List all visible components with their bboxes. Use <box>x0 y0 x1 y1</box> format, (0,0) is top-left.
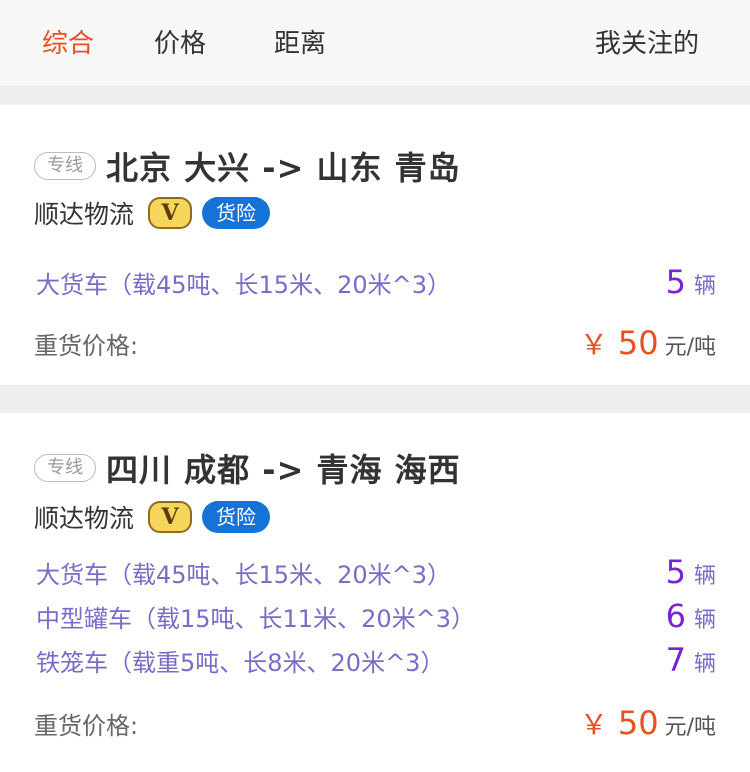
vehicle-row: 铁笼车（载重5吨、长8米、20米^3） 7 辆 <box>36 641 716 679</box>
vehicle-row: 中型罐车（载15吨、长11米、20米^3） 6 辆 <box>36 597 716 635</box>
vehicle-count: 7 辆 <box>666 641 716 679</box>
company-name: 顺达物流 <box>34 200 135 229</box>
price-unit: 元/吨 <box>664 715 716 740</box>
vehicle-count-unit: 辆 <box>693 652 716 677</box>
company-row: 顺达物流 V 货险 <box>34 499 271 535</box>
line-type-tag: 专线 <box>34 152 96 180</box>
tab-my-follows[interactable]: 我关注的 <box>595 24 699 64</box>
divider <box>0 87 750 105</box>
vip-badge: V <box>148 197 193 229</box>
vehicle-row: 大货车（载45吨、长15米、20米^3） 5 辆 <box>36 553 716 591</box>
price-unit: 元/吨 <box>664 335 716 360</box>
vehicle-spec: 铁笼车（载重5吨、长8米、20米^3） <box>36 649 445 677</box>
route-row: 专线 四川 成都 -> 青海 海西 <box>34 445 461 491</box>
currency-symbol: ￥ <box>579 328 608 361</box>
sort-tab-bar: 综合 价格 距离 我关注的 <box>0 0 750 87</box>
vehicle-count-number: 7 <box>665 641 686 679</box>
logistics-card[interactable]: 专线 四川 成都 -> 青海 海西 顺达物流 V 货险 大货车（载45吨、长15… <box>0 413 750 772</box>
price-amount: 50 <box>617 704 659 742</box>
company-row: 顺达物流 V 货险 <box>34 195 271 231</box>
price-label: 重货价格: <box>34 712 139 740</box>
tab-distance[interactable]: 距离 <box>274 24 326 64</box>
vehicle-count-unit: 辆 <box>693 608 716 633</box>
price-value: ￥ 50 元/吨 <box>580 323 716 363</box>
price-amount: 50 <box>617 324 659 362</box>
currency-symbol: ￥ <box>579 708 608 741</box>
tab-comprehensive[interactable]: 综合 <box>42 24 94 64</box>
divider <box>0 385 750 413</box>
price-label: 重货价格: <box>34 332 139 360</box>
route-title: 北京 大兴 -> 山东 青岛 <box>106 149 461 187</box>
company-name: 顺达物流 <box>34 504 135 533</box>
tab-price[interactable]: 价格 <box>154 24 206 64</box>
route-row: 专线 北京 大兴 -> 山东 青岛 <box>34 143 461 189</box>
vehicle-count: 5 辆 <box>666 553 716 591</box>
price-row: 重货价格: ￥ 50 元/吨 <box>34 703 716 743</box>
vehicle-count-number: 5 <box>665 553 686 591</box>
vip-badge: V <box>148 501 193 533</box>
vehicle-count-number: 6 <box>665 597 686 635</box>
line-type-tag: 专线 <box>34 454 96 482</box>
vehicle-spec: 大货车（载45吨、长15米、20米^3） <box>36 561 451 589</box>
vehicle-count-unit: 辆 <box>693 564 716 589</box>
logistics-card[interactable]: 专线 北京 大兴 -> 山东 青岛 顺达物流 V 货险 大货车（载45吨、长15… <box>0 105 750 385</box>
vehicle-count-number: 5 <box>665 263 686 301</box>
vehicle-row: 大货车（载45吨、长15米、20米^3） 5 辆 <box>36 263 716 301</box>
vehicle-count: 6 辆 <box>666 597 716 635</box>
vehicle-count-unit: 辆 <box>693 274 716 299</box>
vehicle-spec: 中型罐车（载15吨、长11米、20米^3） <box>36 605 475 633</box>
price-value: ￥ 50 元/吨 <box>580 703 716 743</box>
price-row: 重货价格: ￥ 50 元/吨 <box>34 323 716 363</box>
vehicle-spec: 大货车（载45吨、长15米、20米^3） <box>36 271 451 299</box>
insurance-badge: 货险 <box>202 501 271 533</box>
route-title: 四川 成都 -> 青海 海西 <box>106 451 461 489</box>
insurance-badge: 货险 <box>202 197 271 229</box>
vehicle-count: 5 辆 <box>666 263 716 301</box>
